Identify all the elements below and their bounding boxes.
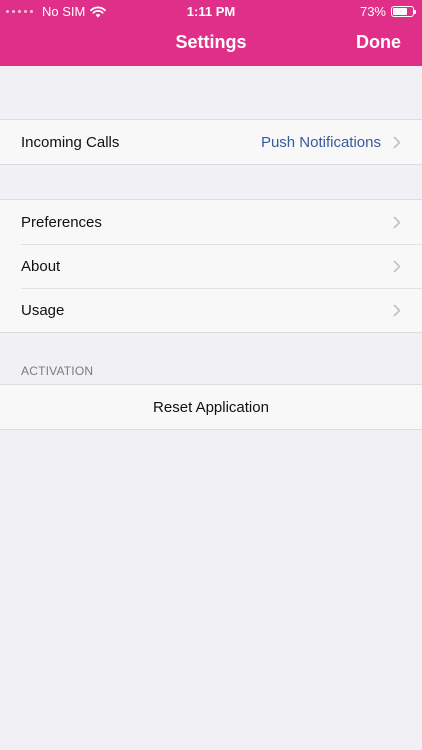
general-group: Preferences About Usage xyxy=(0,199,422,333)
preferences-label: Preferences xyxy=(21,213,102,231)
usage-row[interactable]: Usage xyxy=(0,288,422,332)
activation-group: Reset Application xyxy=(0,384,422,430)
preferences-row[interactable]: Preferences xyxy=(0,200,422,244)
navigation-header: No SIM 1:11 PM 73% Settings Done xyxy=(0,0,422,66)
done-button[interactable]: Done xyxy=(356,32,401,53)
activation-section-header: ACTIVATION xyxy=(21,364,94,378)
chevron-right-icon xyxy=(393,260,401,272)
status-right: 73% xyxy=(359,4,416,19)
reset-application-button[interactable]: Reset Application xyxy=(0,385,422,429)
battery-icon xyxy=(391,6,416,17)
chevron-right-icon xyxy=(393,304,401,316)
chevron-right-icon xyxy=(393,216,401,228)
calls-group: Incoming Calls Push Notifications xyxy=(0,119,422,165)
battery-percent: 73% xyxy=(359,4,386,19)
usage-label: Usage xyxy=(21,301,65,319)
about-row[interactable]: About xyxy=(0,244,422,288)
incoming-calls-label: Incoming Calls xyxy=(21,133,120,151)
status-time: 1:11 PM xyxy=(186,4,236,19)
about-label: About xyxy=(21,257,61,275)
battery-fill xyxy=(393,8,407,15)
status-bar: No SIM 1:11 PM 73% xyxy=(0,0,422,22)
incoming-calls-row[interactable]: Incoming Calls Push Notifications xyxy=(0,120,422,164)
chevron-right-icon xyxy=(393,136,401,148)
reset-application-label: Reset Application xyxy=(153,398,269,416)
incoming-calls-value: Push Notifications xyxy=(260,133,381,151)
